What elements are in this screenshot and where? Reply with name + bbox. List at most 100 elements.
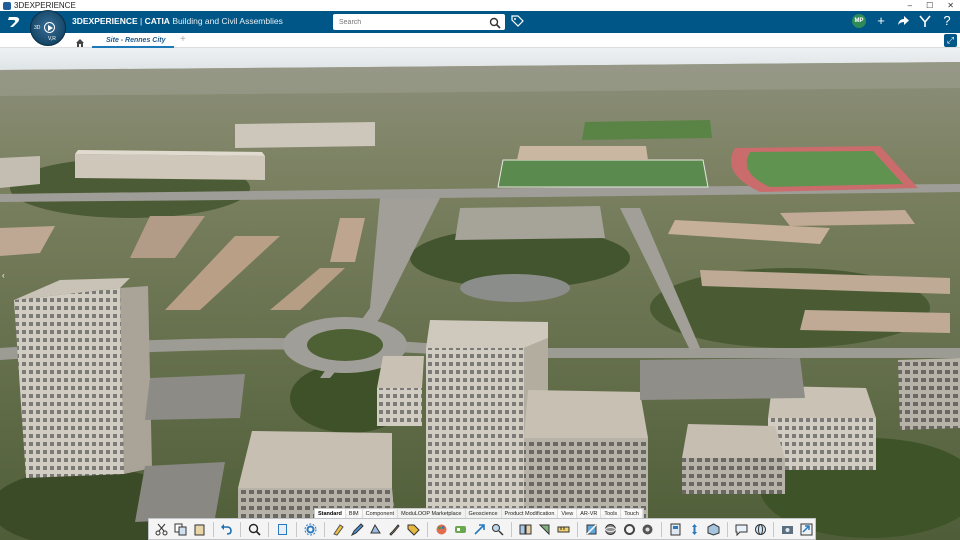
shield-icon[interactable] xyxy=(667,521,684,538)
export-icon[interactable] xyxy=(798,521,815,538)
brand-separator: | xyxy=(137,16,145,26)
pavilion xyxy=(460,274,570,302)
compass-v-label: V,R xyxy=(48,36,56,42)
separator xyxy=(511,521,513,537)
chat-icon[interactable] xyxy=(733,521,750,538)
undo-icon[interactable] xyxy=(219,521,236,538)
tower-front xyxy=(524,438,648,518)
section-tab-geoscience[interactable]: Geoscience xyxy=(466,509,502,518)
maximize-button[interactable]: ☐ xyxy=(926,0,933,11)
parking-lot xyxy=(145,374,245,420)
app-logo-icon xyxy=(3,1,11,10)
palette-icon[interactable] xyxy=(452,521,469,538)
section-tab-bim[interactable]: BIM xyxy=(346,509,363,518)
shape-icon[interactable] xyxy=(368,521,385,538)
sketch-icon[interactable] xyxy=(330,521,347,538)
move-icon[interactable] xyxy=(686,521,703,538)
separator xyxy=(323,521,325,537)
separator xyxy=(296,521,297,537)
tower-side xyxy=(120,286,152,474)
separator xyxy=(268,521,270,537)
block xyxy=(235,122,375,148)
tag-icon[interactable] xyxy=(405,521,422,538)
section-tab-standard[interactable]: Standard xyxy=(315,509,346,518)
add-icon[interactable]: + xyxy=(874,14,888,28)
settings-gear-icon[interactable] xyxy=(302,521,319,538)
pencil-icon[interactable] xyxy=(349,521,366,538)
cut-icon[interactable] xyxy=(153,521,170,538)
section-tab-view[interactable]: View xyxy=(558,509,578,518)
roundabout-center xyxy=(307,329,383,361)
section-tab-component[interactable]: Component xyxy=(363,509,399,518)
section-icon[interactable] xyxy=(583,521,600,538)
paste-icon[interactable] xyxy=(191,521,208,538)
block-roof xyxy=(377,356,424,388)
header-tools: MP + ? xyxy=(852,14,954,28)
brand-context: Building and Civil Assemblies xyxy=(169,16,283,26)
search-part-icon[interactable] xyxy=(490,521,507,538)
section-tab-tools[interactable]: Tools xyxy=(601,509,622,518)
football-field xyxy=(497,159,709,188)
app-window: 3DEXPERIENCE – ☐ ✕ 3DEXPERIENCE | CATIA … xyxy=(0,0,960,540)
capture-icon[interactable] xyxy=(779,521,796,538)
arrow-icon[interactable] xyxy=(471,521,488,538)
compare-icon[interactable] xyxy=(517,521,534,538)
3d-viewport[interactable]: ‹ xyxy=(0,48,960,540)
rotate-icon[interactable] xyxy=(639,521,656,538)
left-panel-arrow-icon[interactable]: ‹ xyxy=(2,271,9,281)
search-icon[interactable] xyxy=(489,16,501,29)
grass-field xyxy=(582,120,712,140)
book-icon[interactable] xyxy=(274,521,291,538)
tower-roof xyxy=(426,320,548,348)
user-avatar[interactable]: MP xyxy=(852,14,866,28)
brand-app: CATIA xyxy=(144,16,170,26)
add-tab-button[interactable]: + xyxy=(180,33,186,47)
share-icon[interactable] xyxy=(896,14,910,28)
search-input[interactable] xyxy=(339,15,489,29)
section-tab-ar-vr[interactable]: AR-VR xyxy=(577,509,602,518)
parking-lot xyxy=(640,358,805,400)
ds-logo-icon[interactable] xyxy=(6,15,24,29)
ring-icon[interactable] xyxy=(621,521,638,538)
brush-icon[interactable] xyxy=(386,521,403,538)
paint-icon[interactable] xyxy=(433,521,450,538)
sphere-icon[interactable] xyxy=(602,521,619,538)
tab-site[interactable]: Site - Rennes City xyxy=(92,33,174,48)
collaboration-icon[interactable] xyxy=(918,14,932,28)
separator xyxy=(212,521,214,537)
section-tab-product-modification[interactable]: Product Modification xyxy=(502,509,559,518)
copy-icon[interactable] xyxy=(172,521,189,538)
separator xyxy=(661,521,663,537)
block-roof xyxy=(682,424,785,458)
measure-icon[interactable] xyxy=(555,521,572,538)
tab-bar: Site - Rennes City + ⤢ xyxy=(0,33,960,48)
search-box xyxy=(333,14,505,30)
zoom-icon[interactable] xyxy=(246,521,263,538)
section-tab-moduloop[interactable]: ModuLOOP Marketplace xyxy=(398,509,466,518)
minimize-button[interactable]: – xyxy=(908,0,912,11)
help-icon[interactable]: ? xyxy=(940,14,954,28)
snap-icon[interactable] xyxy=(536,521,553,538)
separator xyxy=(726,521,728,537)
cube-icon[interactable] xyxy=(705,521,722,538)
play-icon[interactable] xyxy=(44,22,55,33)
tag-icon[interactable] xyxy=(511,15,524,28)
globe-icon[interactable] xyxy=(752,521,769,538)
window-titlebar: 3DEXPERIENCE – ☐ ✕ xyxy=(0,0,960,11)
parking-lot xyxy=(135,462,225,522)
block xyxy=(455,206,605,240)
section-tab-touch[interactable]: Touch xyxy=(621,509,643,518)
compass-widget[interactable]: 3D V,R xyxy=(30,10,66,46)
fullscreen-icon[interactable]: ⤢ xyxy=(944,34,957,47)
city-scene xyxy=(0,48,960,540)
action-bar-sections: Standard BIM Component ModuLOOP Marketpl… xyxy=(314,508,644,518)
window-controls: – ☐ ✕ xyxy=(908,0,954,11)
block-front xyxy=(377,388,422,426)
block xyxy=(0,156,40,188)
block xyxy=(800,310,950,333)
tower-front xyxy=(426,348,524,508)
close-button[interactable]: ✕ xyxy=(947,0,954,11)
block xyxy=(75,154,265,180)
block-roof xyxy=(238,431,392,488)
home-icon[interactable] xyxy=(75,35,85,47)
